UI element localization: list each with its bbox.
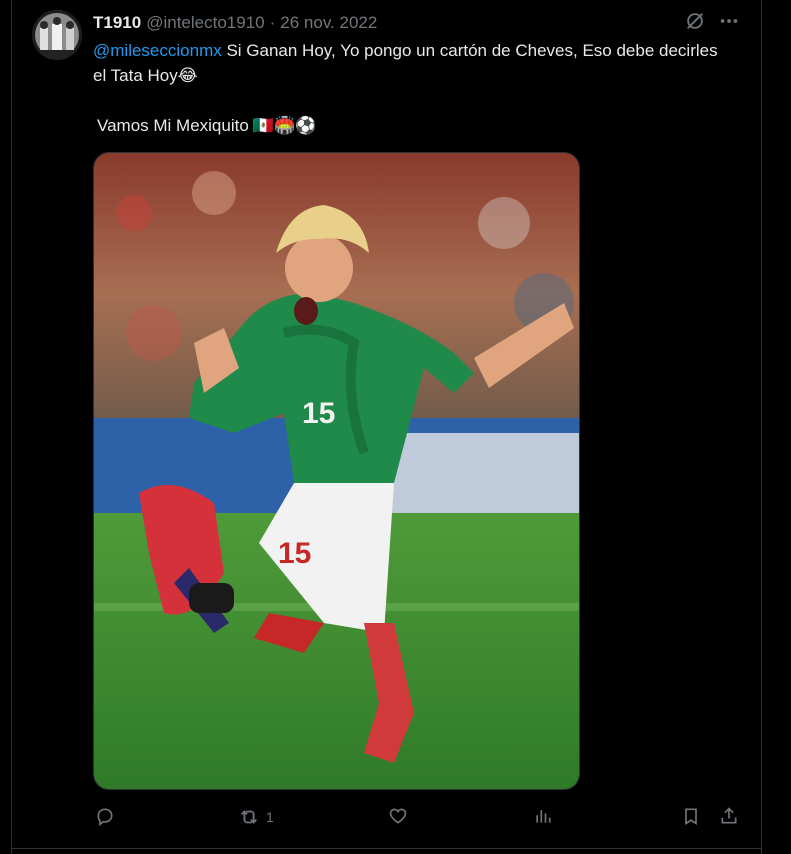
- tweet-date[interactable]: 26 nov. 2022: [280, 13, 377, 33]
- avatar-image: [32, 10, 82, 60]
- retweet-icon: [241, 810, 257, 824]
- column-border-left: [11, 0, 12, 854]
- header-actions: [684, 10, 740, 32]
- bookmark-button[interactable]: [681, 806, 701, 826]
- bookmark-icon: [685, 808, 697, 826]
- mention-link[interactable]: @mileseccionmx: [93, 41, 222, 60]
- share-icon: [721, 807, 737, 824]
- separator-dot: ·: [269, 13, 276, 32]
- svg-text:15: 15: [278, 537, 311, 570]
- svg-text:15: 15: [302, 397, 335, 430]
- laughing-emoji: 😂: [177, 66, 198, 85]
- line2-text: Vamos Mi Mexiquito: [97, 116, 249, 135]
- tweet-media-image[interactable]: 15 15: [93, 152, 580, 790]
- like-button[interactable]: [388, 806, 408, 826]
- tweet-text-line2: Vamos Mi Mexiquito 🇲🇽🏟️⚽: [97, 114, 316, 138]
- share-button[interactable]: [719, 806, 739, 826]
- tweet-header: T1910 @intelecto1910 · 26 nov. 2022: [93, 12, 377, 34]
- grok-icon[interactable]: [684, 10, 706, 32]
- like-icon: [389, 808, 407, 824]
- column-border-right: [761, 0, 762, 854]
- line2-emojis: 🇲🇽🏟️⚽: [252, 116, 317, 135]
- author-handle[interactable]: @intelecto1910: [146, 13, 264, 33]
- avatar[interactable]: [32, 10, 82, 60]
- author-name[interactable]: T1910: [93, 13, 141, 33]
- tweet-actions: 1: [93, 806, 743, 832]
- reply-button[interactable]: [95, 806, 115, 826]
- tweet-text: @mileseccionmx Si Ganan Hoy, Yo pongo un…: [93, 38, 733, 88]
- retweet-button[interactable]: 1: [238, 806, 274, 828]
- tweet-divider: [11, 848, 762, 849]
- retweet-count: 1: [266, 809, 274, 825]
- reply-icon: [97, 808, 113, 826]
- soccer-photo: 15 15: [94, 153, 579, 789]
- more-icon[interactable]: [718, 10, 740, 32]
- views-icon: [536, 810, 551, 823]
- views-button[interactable]: [533, 806, 553, 826]
